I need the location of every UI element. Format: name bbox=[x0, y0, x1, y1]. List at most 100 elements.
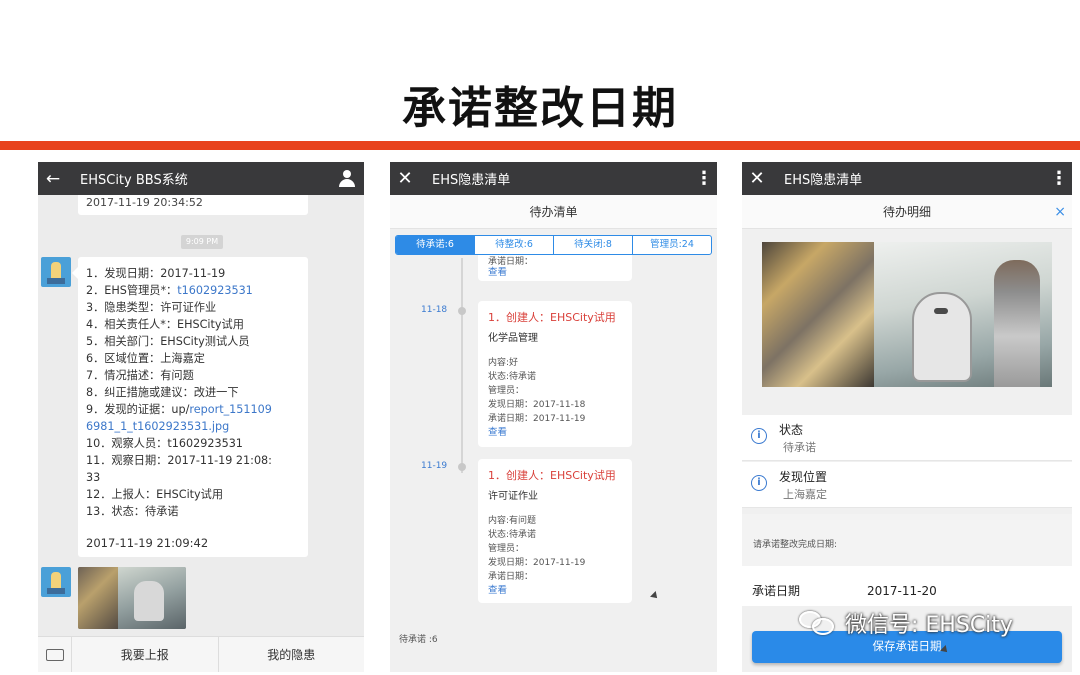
card-found-date: 发现日期：2017-11-18 bbox=[488, 400, 586, 410]
tab-pending-close[interactable]: 待关闭:8 bbox=[554, 236, 633, 254]
more-options-icon[interactable]: ⋮ bbox=[691, 168, 717, 189]
tab-admin[interactable]: 管理员:24 bbox=[633, 236, 711, 254]
bbs-topbar: ← EHSCity BBS系统 bbox=[38, 162, 364, 195]
message-line-text: 3．隐患类型：许可证作业 bbox=[86, 301, 217, 314]
previous-message-bubble: 2017-11-19 20:34:52 bbox=[78, 195, 308, 215]
commit-date-prompt: 请承诺整改完成日期: bbox=[742, 514, 1072, 566]
status-value: 待承诺 bbox=[783, 441, 816, 454]
todo-topbar: ✕ EHS隐患清单 ⋮ bbox=[390, 162, 717, 195]
message-line-link[interactable]: t1602923531 bbox=[177, 284, 253, 297]
status-label: 状态 bbox=[779, 423, 804, 437]
message-line-text: 13．状态：待承诺 bbox=[86, 505, 179, 518]
card-hazard-type: 化学品管理 bbox=[488, 333, 538, 344]
card-view-link[interactable]: 查看 bbox=[488, 426, 622, 440]
message-time: 2017-11-19 21:09:42 bbox=[86, 536, 209, 550]
keyboard-icon[interactable] bbox=[38, 637, 72, 672]
message-line-text: 5．相关部门：EHSCity测试人员 bbox=[86, 335, 250, 348]
message-line: 7．情况描述：有问题 bbox=[86, 367, 308, 384]
detail-subheader: 待办明细 × bbox=[742, 195, 1072, 229]
more-options-icon[interactable]: ⋮ bbox=[1046, 168, 1072, 189]
location-row: i 发现位置 上海嘉定 bbox=[742, 462, 1072, 508]
card-admin: 管理员： bbox=[488, 544, 525, 554]
close-icon[interactable]: ✕ bbox=[742, 168, 772, 189]
card-status: 状态:待承诺 bbox=[488, 372, 537, 382]
close-icon[interactable]: ✕ bbox=[390, 168, 420, 189]
partial-card-view-link[interactable]: 查看 bbox=[488, 267, 622, 279]
message-line-text: 12．上报人：EHSCity试用 bbox=[86, 488, 224, 501]
close-detail-icon[interactable]: × bbox=[1054, 195, 1066, 229]
timeline-dot bbox=[458, 307, 466, 315]
slide-title: 承诺整改日期 bbox=[402, 83, 678, 134]
message-line-text: 7．情况描述：有问题 bbox=[86, 369, 194, 382]
bbs-title: EHSCity BBS系统 bbox=[80, 173, 188, 188]
card-commit-date: 承诺日期：2017-11-19 bbox=[488, 414, 586, 424]
phone-todo-detail: ✕ EHS隐患清单 ⋮ 待办明细 × i 状态 待承诺 i 发现位置 上海嘉定 … bbox=[742, 162, 1072, 672]
card-content: 内容:好 bbox=[488, 358, 519, 368]
message-line: 12．上报人：EHSCity试用 bbox=[86, 486, 308, 503]
timeline-date: 11-18 bbox=[421, 305, 448, 315]
partial-hazard-card[interactable]: 承诺日期： 查看 bbox=[478, 255, 632, 281]
hazard-card[interactable]: 1．创建人：EHSCity试用 许可证作业 内容:有问题 状态:待承诺 管理员：… bbox=[478, 459, 632, 603]
hazard-photo[interactable] bbox=[762, 242, 1052, 387]
message-line-text: 6．区域位置：上海嘉定 bbox=[86, 352, 205, 365]
pending-count-footer: 待承诺 :6 bbox=[399, 635, 438, 645]
message-line-text: 8．纠正措施或建议：改进一下 bbox=[86, 386, 239, 399]
bot-avatar-2 bbox=[41, 567, 71, 597]
card-content: 内容:有问题 bbox=[488, 516, 537, 526]
card-creator: 1．创建人：EHSCity试用 bbox=[488, 311, 616, 324]
message-line-text: 33 bbox=[86, 471, 101, 484]
timeline-date: 11-19 bbox=[421, 461, 448, 471]
message-line-text: 9．发现的证据：up/ bbox=[86, 403, 190, 416]
message-line-link[interactable]: 6981_1_t1602923531.jpg bbox=[86, 420, 229, 433]
card-status: 状态:待承诺 bbox=[488, 530, 537, 540]
commit-date-input[interactable]: 2017-11-20 bbox=[867, 584, 937, 598]
report-message-bubble: 1．发现日期：2017-11-19 2．EHS管理员*：t1602923531 3．… bbox=[72, 257, 308, 557]
user-profile-icon[interactable] bbox=[334, 162, 364, 195]
back-arrow-icon[interactable]: ← bbox=[38, 169, 68, 189]
card-hazard-type: 许可证作业 bbox=[488, 491, 538, 502]
wechat-watermark: 微信号: EHSCity bbox=[797, 608, 1013, 638]
card-view-link[interactable]: 查看 bbox=[488, 584, 622, 598]
bot-avatar bbox=[41, 257, 71, 287]
message-line: 5．相关部门：EHSCity测试人员 bbox=[86, 333, 308, 350]
previous-message-time: 2017-11-19 20:34:52 bbox=[86, 196, 203, 209]
message-line: 4．相关责任人*：EHSCity试用 bbox=[86, 316, 308, 333]
info-icon: i bbox=[751, 428, 767, 444]
message-line: 2．EHS管理员*：t1602923531 bbox=[86, 282, 308, 299]
bbs-bottom-menu: 我要上报 我的隐患 bbox=[38, 636, 364, 672]
timeline-line bbox=[461, 258, 463, 473]
watermark-text: 微信号: EHSCity bbox=[845, 613, 1013, 638]
message-line: 13．状态：待承诺 bbox=[86, 503, 308, 520]
detail-subheader-title: 待办明细 bbox=[882, 205, 931, 219]
hazard-card[interactable]: 1．创建人：EHSCity试用 化学品管理 内容:好 状态:待承诺 管理员： 发… bbox=[478, 301, 632, 447]
evidence-image-thumbnail[interactable] bbox=[78, 567, 186, 629]
partial-card-line: 承诺日期： bbox=[488, 257, 534, 267]
info-icon: i bbox=[751, 475, 767, 491]
card-admin: 管理员： bbox=[488, 386, 525, 396]
phone-bbs-chat: ← EHSCity BBS系统 2017-11-19 20:34:52 9:09… bbox=[38, 162, 364, 672]
my-hazards-button[interactable]: 我的隐患 bbox=[219, 637, 365, 672]
message-line: 6．区域位置：上海嘉定 bbox=[86, 350, 308, 367]
message-line-text: 4．相关责任人*：EHSCity试用 bbox=[86, 318, 244, 331]
commit-date-label: 承诺日期 bbox=[752, 584, 801, 598]
tab-pending-commit[interactable]: 待承诺:6 bbox=[396, 236, 475, 254]
message-line: 9．发现的证据：up/report_151109 bbox=[86, 401, 308, 418]
title-divider bbox=[0, 141, 1080, 150]
message-line: 3．隐患类型：许可证作业 bbox=[86, 299, 308, 316]
message-line-text: 1．发现日期：2017-11-19 bbox=[86, 267, 226, 280]
report-button[interactable]: 我要上报 bbox=[72, 637, 219, 672]
tab-pending-fix[interactable]: 待整改:6 bbox=[475, 236, 554, 254]
detail-app-title: EHS隐患清单 bbox=[784, 173, 863, 188]
mouse-cursor-icon bbox=[650, 591, 660, 601]
message-line-link[interactable]: report_151109 bbox=[189, 403, 271, 416]
commit-date-row: 承诺日期 2017-11-20 bbox=[742, 566, 1072, 606]
message-line: 8．纠正措施或建议：改进一下 bbox=[86, 384, 308, 401]
wechat-logo-icon bbox=[797, 608, 837, 638]
status-row: i 状态 待承诺 bbox=[742, 415, 1072, 461]
todo-app-title: EHS隐患清单 bbox=[432, 173, 511, 188]
time-chip: 9:09 PM bbox=[181, 235, 223, 249]
message-line-text: 11．观察日期：2017-11-19 21:08: bbox=[86, 454, 272, 467]
message-line-text: 2．EHS管理员*： bbox=[86, 284, 178, 297]
message-line-text: 10．观察人员：t1602923531 bbox=[86, 437, 243, 450]
card-commit-date: 承诺日期： bbox=[488, 572, 534, 582]
